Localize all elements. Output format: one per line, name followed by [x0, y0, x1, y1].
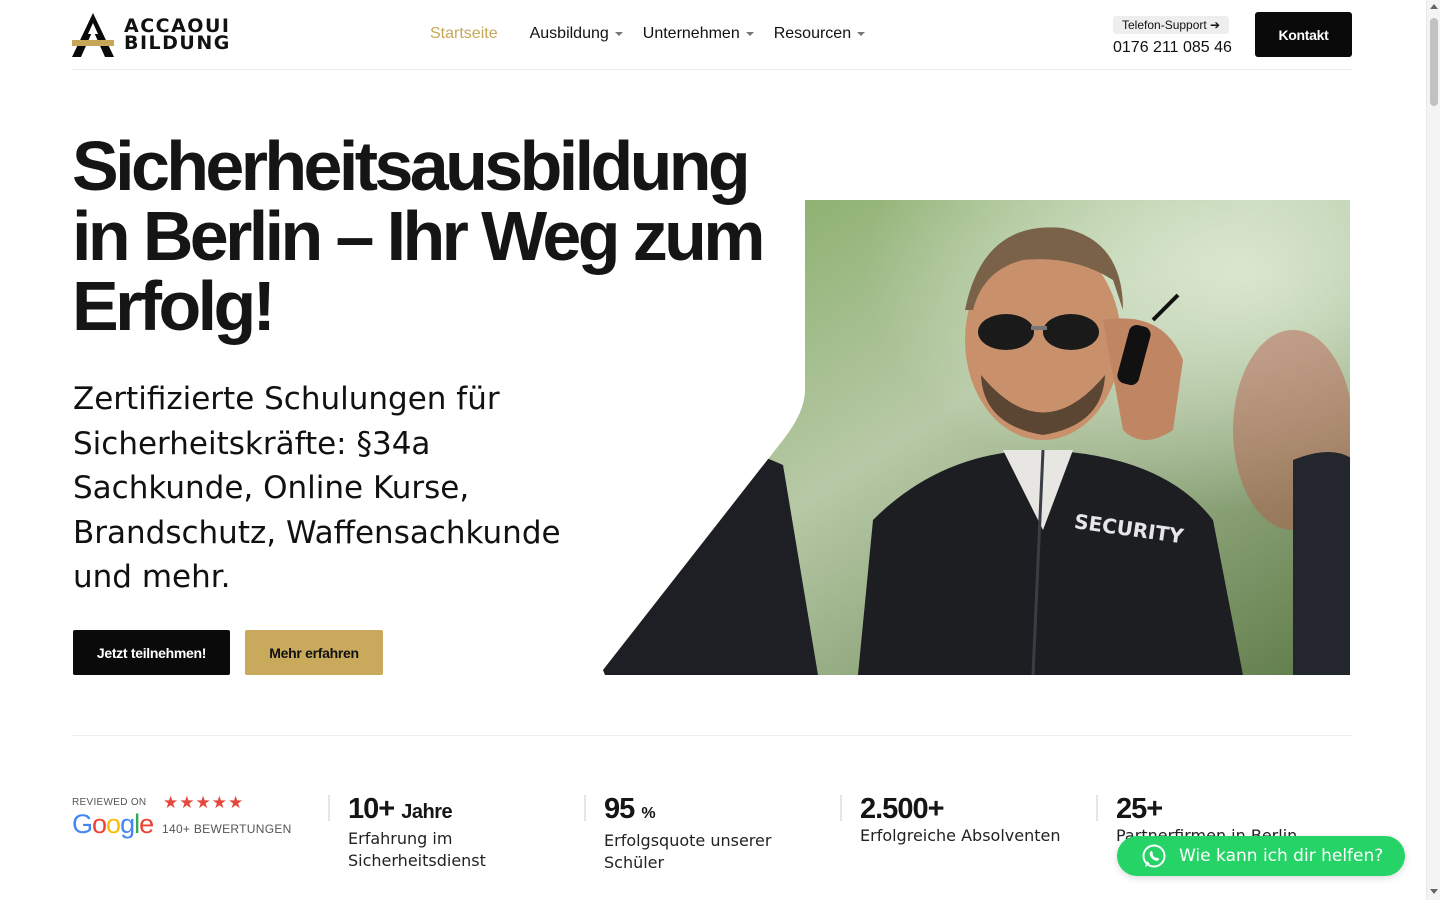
learn-more-button[interactable]: Mehr erfahren [245, 630, 383, 675]
page-scrollbar[interactable] [1426, 0, 1440, 900]
scroll-down-arrow-icon[interactable] [1430, 889, 1438, 894]
stat-value-row: 25+ [1116, 793, 1356, 825]
whatsapp-chat-button[interactable]: Wie kann ich dir helfen? [1117, 836, 1405, 876]
logo-mark-icon [72, 13, 114, 57]
nav-item-label: Resourcen [773, 25, 852, 42]
brand-wordmark: ACCAOUI BILDUNG [124, 17, 231, 54]
nav-item-label: Unternehmen [642, 25, 740, 42]
star-icon: ★ [195, 793, 211, 812]
star-icon: ★ [211, 793, 227, 812]
nav-item-label: Startseite [430, 25, 498, 42]
whatsapp-icon [1142, 844, 1166, 868]
stat-label: Erfolgsquote unserer Schüler [604, 831, 772, 872]
reviewed-on-label: REVIEWED ON [72, 797, 147, 808]
stat-separator [1096, 795, 1098, 821]
nav-item-unternehmen[interactable]: Unternehmen [643, 24, 754, 44]
scrollbar-thumb[interactable] [1430, 18, 1438, 106]
join-now-button[interactable]: Jetzt teilnehmen! [73, 630, 230, 675]
header-divider [72, 69, 1352, 70]
star-icon: ★ [163, 793, 179, 812]
rating-stars: ★ ★ ★ ★ ★ [163, 793, 243, 813]
stat-success-rate: 95 % Erfolgsquote unserer Schüler [604, 793, 844, 874]
stat-separator [840, 795, 842, 821]
stat-years: 10+ Jahre Erfahrung im Sicherheitsdienst [348, 793, 588, 872]
brand-logo[interactable]: ACCAOUI BILDUNG [72, 13, 232, 57]
stat-label: Erfolgreiche Absolventen [860, 826, 1061, 845]
phone-support[interactable]: Telefon-Support ➔ 0176 211 085 46 [1113, 16, 1232, 57]
support-badge: Telefon-Support ➔ [1113, 16, 1230, 34]
chevron-down-icon [857, 32, 866, 36]
brand-line-2: BILDUNG [124, 32, 231, 54]
stat-value: 10+ [348, 793, 395, 825]
stat-label: Erfahrung im Sicherheitsdienst [348, 829, 486, 870]
whatsapp-label: Wie kann ich dir helfen? [1179, 846, 1384, 866]
stat-value: 2.500+ [860, 793, 945, 825]
stat-unit: Jahre [401, 801, 453, 823]
stat-graduates: 2.500+ Erfolgreiche Absolventen [860, 793, 1100, 847]
support-phone-number[interactable]: 0176 211 085 46 [1113, 39, 1232, 57]
chevron-down-icon [745, 32, 754, 36]
contact-button[interactable]: Kontakt [1255, 12, 1352, 57]
nav-item-resourcen[interactable]: Resourcen [773, 24, 866, 44]
nav-item-ausbildung[interactable]: Ausbildung [530, 24, 623, 44]
nav-item-label: Ausbildung [529, 25, 609, 42]
scroll-up-arrow-icon[interactable] [1430, 4, 1438, 9]
stat-value-row: 2.500+ [860, 793, 1100, 825]
hero-subtitle: Zertifizierte Schulungen für Sicherheits… [73, 381, 561, 596]
google-logo: Google [72, 809, 154, 839]
stat-value-row: 95 % [604, 793, 844, 830]
main-nav: Startseite Ausbildung Unternehmen Resour… [430, 24, 887, 44]
review-count: 140+ BEWERTUNGEN [162, 822, 292, 836]
chevron-down-icon [614, 32, 623, 36]
stat-value: 95 [604, 793, 635, 825]
stat-separator [328, 795, 330, 821]
section-divider [72, 735, 1352, 736]
nav-item-startseite[interactable]: Startseite [430, 24, 498, 44]
stat-unit: % [641, 805, 656, 822]
star-icon: ★ [228, 793, 244, 812]
google-reviews[interactable]: REVIEWED ON ★ ★ ★ ★ ★ Google 140+ BEWERT… [72, 793, 312, 845]
page: ACCAOUI BILDUNG Startseite Ausbildung Un… [0, 0, 1440, 900]
star-icon: ★ [179, 793, 195, 812]
stat-separator [584, 795, 586, 821]
site-header: ACCAOUI BILDUNG Startseite Ausbildung Un… [0, 0, 1426, 70]
stat-value: 25+ [1116, 793, 1163, 825]
stat-value-row: 10+ Jahre [348, 793, 588, 828]
hero-image: SECURITY [603, 200, 1350, 675]
